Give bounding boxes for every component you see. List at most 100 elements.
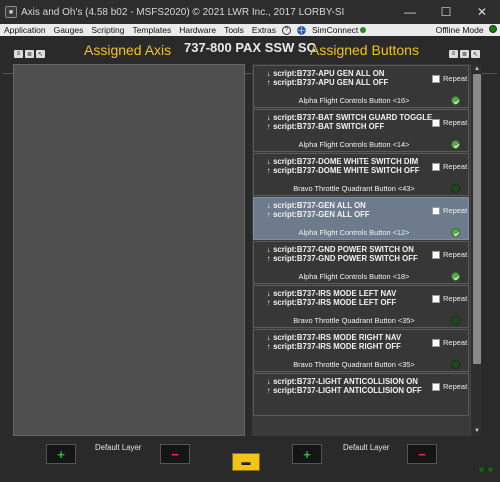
repeat-toggle[interactable]: Repeat: [432, 162, 467, 171]
add-axis-button[interactable]: +: [46, 444, 76, 464]
scroll-up-icon[interactable]: ▲: [473, 65, 481, 73]
up-action: ↑ script:B737-IRS MODE RIGHT OFF: [267, 342, 401, 351]
repeat-checkbox[interactable]: [432, 250, 440, 259]
button-assignment-card[interactable]: ↓ script:B737-BAT SWITCH GUARD TOGGLE ↑ …: [253, 109, 469, 152]
up-action: ↑ script:B737-GEN ALL OFF: [267, 210, 370, 219]
simconnect-label: SimConnect: [312, 25, 359, 35]
repeat-label: Repeat: [443, 162, 468, 171]
repeat-checkbox[interactable]: [432, 294, 440, 303]
up-action: ↑ script:B737-GND POWER SWITCH OFF: [267, 254, 418, 263]
button-assignment-card[interactable]: ↓ script:B737-IRS MODE LEFT NAV ↑ script…: [253, 285, 469, 328]
maximize-button[interactable]: ☐: [428, 0, 464, 24]
down-action: ↓ script:B737-GND POWER SWITCH ON: [267, 245, 414, 254]
list-view-icon[interactable]: ≡: [14, 50, 23, 58]
state-inactive-icon: [451, 316, 460, 325]
repeat-label: Repeat: [443, 338, 468, 347]
repeat-checkbox[interactable]: [432, 162, 440, 171]
menu-gauges[interactable]: Gauges: [50, 25, 88, 35]
assigned-buttons-list[interactable]: ↓ script:B737-APU GEN ALL ON ↑ script:B7…: [252, 64, 482, 436]
up-action: ↑ script:B737-IRS MODE LEFT OFF: [267, 298, 397, 307]
menu-hardware[interactable]: Hardware: [175, 25, 220, 35]
menu-bar: Application Gauges Scripting Templates H…: [0, 24, 500, 36]
state-active-icon: [451, 96, 460, 105]
repeat-toggle[interactable]: Repeat: [432, 118, 467, 127]
offline-mode-label: Offline Mode: [435, 25, 484, 35]
state-active-icon: [451, 272, 460, 281]
simconnect-status: SimConnect: [312, 25, 367, 35]
button-assignment-card[interactable]: ↓ script:B737-IRS MODE RIGHT NAV ↑ scrip…: [253, 329, 469, 372]
profile-title: 737-800 PAX SSW SC: [184, 40, 316, 55]
repeat-toggle[interactable]: Repeat: [432, 206, 467, 215]
menu-extras[interactable]: Extras: [248, 25, 280, 35]
cursor-icon[interactable]: ↖: [471, 50, 480, 58]
repeat-toggle[interactable]: Repeat: [432, 338, 467, 347]
repeat-checkbox[interactable]: [432, 206, 440, 215]
scroll-down-icon[interactable]: ▼: [473, 427, 481, 435]
minimize-button[interactable]: —: [392, 0, 428, 24]
state-inactive-icon: [451, 184, 460, 193]
button-assignment-card-selected[interactable]: ↓ script:B737-GEN ALL ON ↑ script:B737-G…: [253, 197, 469, 240]
detail-view-icon[interactable]: ≣: [25, 50, 34, 58]
cursor-icon[interactable]: ↖: [36, 50, 45, 58]
repeat-toggle[interactable]: Repeat: [432, 294, 467, 303]
buttons-default-layer-label: Default Layer: [343, 443, 390, 452]
button-assignment-card[interactable]: ↓ script:B737-LIGHT ANTICOLLISION ON ↑ s…: [253, 373, 469, 416]
repeat-checkbox[interactable]: [432, 382, 440, 391]
repeat-checkbox[interactable]: [432, 338, 440, 347]
up-action: ↑ script:B737-APU GEN ALL OFF: [267, 78, 389, 87]
keyboard-icon[interactable]: ▬: [232, 453, 260, 471]
repeat-toggle[interactable]: Repeat: [432, 250, 467, 259]
repeat-label: Repeat: [443, 382, 468, 391]
assigned-axis-list[interactable]: [13, 64, 245, 436]
remove-button-button[interactable]: −: [407, 444, 437, 464]
repeat-checkbox[interactable]: [432, 74, 440, 83]
repeat-toggle[interactable]: Repeat: [432, 74, 467, 83]
add-button-button[interactable]: +: [292, 444, 322, 464]
state-active-icon: [451, 140, 460, 149]
down-action: ↓ script:B737-LIGHT ANTICOLLISION ON: [267, 377, 418, 386]
device-label: Alpha Flight Controls Button <18>: [298, 272, 410, 281]
button-assignment-card[interactable]: ↓ script:B737-DOME WHITE SWITCH DIM ↑ sc…: [253, 153, 469, 196]
device-label: Alpha Flight Controls Button <14>: [298, 140, 410, 149]
menu-application[interactable]: Application: [0, 25, 50, 35]
state-inactive-icon: [451, 360, 460, 369]
repeat-label: Repeat: [443, 206, 468, 215]
globe-icon[interactable]: [295, 25, 307, 35]
status-led-icon: [487, 466, 494, 473]
status-led-icon: [478, 466, 485, 473]
down-action: ↓ script:B737-IRS MODE LEFT NAV: [267, 289, 397, 298]
help-icon[interactable]: ?: [282, 25, 291, 35]
buttons-list-toolbar: ≡ ≣ ↖: [449, 50, 480, 58]
menu-tools[interactable]: Tools: [220, 25, 248, 35]
button-assignment-card[interactable]: ↓ script:B737-APU GEN ALL ON ↑ script:B7…: [253, 65, 469, 108]
device-label: Bravo Throttle Quadrant Button <35>: [293, 316, 415, 325]
buttons-scrollbar[interactable]: ▲ ▼: [470, 64, 482, 436]
offline-led-icon: [489, 25, 497, 33]
offline-mode[interactable]: Offline Mode: [436, 25, 500, 35]
app-icon: ■: [5, 6, 17, 18]
down-action: ↓ script:B737-GEN ALL ON: [267, 201, 366, 210]
remove-axis-button[interactable]: −: [160, 444, 190, 464]
assigned-buttons-title: Assigned Buttons: [310, 42, 419, 58]
assigned-axis-title: Assigned Axis: [84, 42, 172, 58]
up-action: ↑ script:B737-DOME WHITE SWITCH OFF: [267, 166, 420, 175]
repeat-label: Repeat: [443, 294, 468, 303]
device-label: Bravo Throttle Quadrant Button <43>: [293, 184, 415, 193]
repeat-checkbox[interactable]: [432, 118, 440, 127]
list-view-icon[interactable]: ≡: [449, 50, 458, 58]
menu-scripting[interactable]: Scripting: [87, 25, 128, 35]
device-label: Bravo Throttle Quadrant Button <35>: [293, 360, 415, 369]
up-action: ↑ script:B737-BAT SWITCH OFF: [267, 122, 385, 131]
button-assignment-card[interactable]: ↓ script:B737-GND POWER SWITCH ON ↑ scri…: [253, 241, 469, 284]
menu-templates[interactable]: Templates: [128, 25, 175, 35]
close-button[interactable]: ✕: [464, 0, 500, 24]
repeat-label: Repeat: [443, 74, 468, 83]
scroll-thumb[interactable]: [473, 74, 481, 364]
repeat-label: Repeat: [443, 250, 468, 259]
detail-view-icon[interactable]: ≣: [460, 50, 469, 58]
repeat-toggle[interactable]: Repeat: [432, 382, 467, 391]
window-titlebar: ■ Axis and Oh's (4.58 b02 - MSFS2020) © …: [0, 0, 500, 24]
repeat-label: Repeat: [443, 118, 468, 127]
state-active-icon: [451, 228, 460, 237]
up-action: ↑ script:B737-LIGHT ANTICOLLISION OFF: [267, 386, 422, 395]
